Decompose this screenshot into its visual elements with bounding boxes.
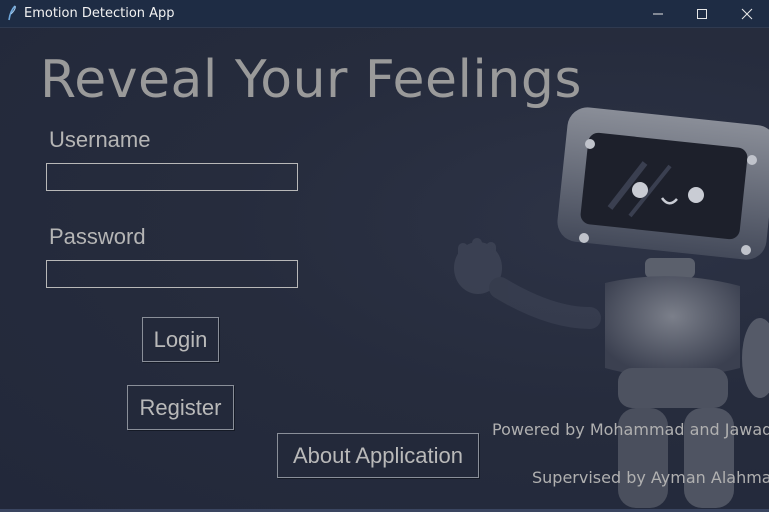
supervised-by-text: Supervised by Ayman Alahmad xyxy=(532,468,769,487)
close-button[interactable] xyxy=(725,0,769,27)
login-button[interactable]: Login xyxy=(142,317,219,362)
window-titlebar[interactable]: Emotion Detection App xyxy=(0,0,769,28)
robot-illustration xyxy=(454,107,769,508)
minimize-icon xyxy=(653,13,663,14)
page-title: Reveal Your Feelings xyxy=(40,50,582,110)
password-label: Password xyxy=(49,224,146,249)
username-field[interactable] xyxy=(46,163,298,191)
feather-icon xyxy=(8,5,16,21)
maximize-icon xyxy=(697,8,707,19)
about-application-button[interactable]: About Application xyxy=(277,433,479,478)
window-title: Emotion Detection App xyxy=(24,6,175,21)
username-label: Username xyxy=(49,127,151,152)
powered-by-text: Powered by Mohammad and Jawad xyxy=(492,420,769,439)
minimize-button[interactable] xyxy=(636,0,680,27)
register-button[interactable]: Register xyxy=(127,385,234,430)
main-panel: Reveal Your Feelings Username Password L… xyxy=(0,28,769,512)
maximize-button[interactable] xyxy=(680,0,724,27)
close-icon xyxy=(741,8,753,19)
password-field[interactable] xyxy=(46,260,298,288)
